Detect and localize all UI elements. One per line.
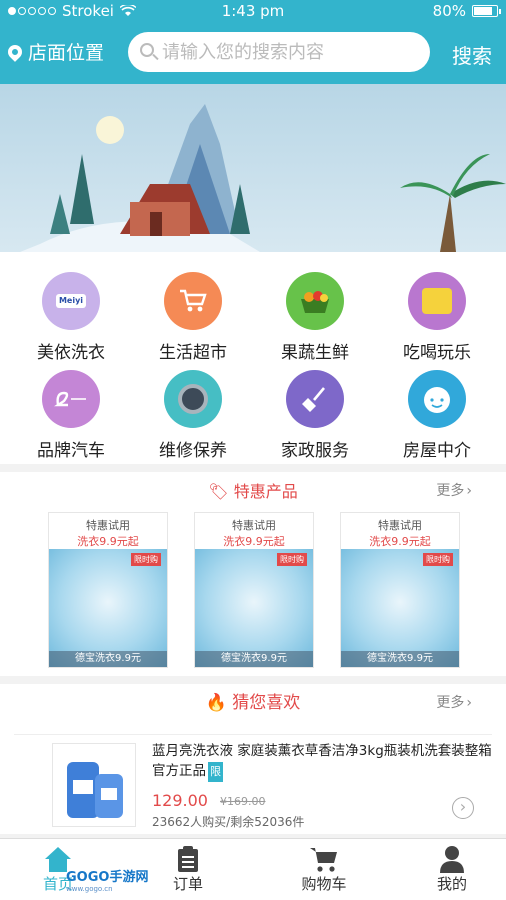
- search-input[interactable]: [162, 41, 412, 63]
- search-icon: [140, 43, 154, 57]
- category-real-estate[interactable]: 房屋中介: [382, 370, 492, 461]
- repair-tools-icon: [164, 370, 222, 428]
- specials-header: 🏷 特惠产品 更多: [0, 472, 506, 506]
- battery: 80%: [432, 2, 501, 20]
- product-line1: 特惠试用: [86, 519, 130, 532]
- product-line2: 洗衣9.9元起: [223, 535, 285, 548]
- product-old-price: ¥169.00: [220, 795, 266, 808]
- tab-label: 购物车: [301, 875, 347, 893]
- category-label: 生活超市: [159, 343, 227, 363]
- product-tag: 限时购: [131, 553, 161, 566]
- location-pin-icon: [5, 41, 25, 62]
- product-line1: 特惠试用: [378, 519, 422, 532]
- product-thumbnail: [52, 743, 136, 827]
- category-produce[interactable]: 果蔬生鲜: [260, 272, 370, 363]
- category-entertainment[interactable]: 吃喝玩乐: [382, 272, 492, 363]
- special-product-card[interactable]: 特惠试用 洗衣9.9元起 限时购 德宝洗衣9.9元: [194, 512, 314, 668]
- product-tag: 限时购: [423, 553, 453, 566]
- tab-label: 订单: [172, 875, 203, 893]
- product-caption: 德宝洗衣9.9元: [341, 651, 459, 667]
- category-laundry[interactable]: Meiyi 美依洗衣: [16, 272, 126, 363]
- product-line2: 洗衣9.9元起: [369, 535, 431, 548]
- product-tag: 限时购: [277, 553, 307, 566]
- product-name: 蓝月亮洗衣液 家庭装薰衣草香洁净3kg瓶装机洗套装整箱官方正品限: [152, 741, 492, 782]
- category-supermarket[interactable]: 生活超市: [138, 272, 248, 363]
- second-hand-car-icon: [42, 370, 100, 428]
- category-label: 维修保养: [159, 441, 227, 461]
- clipboard-icon: [148, 845, 228, 873]
- category-label: 吃喝玩乐: [403, 343, 471, 363]
- product-sales: 23662人购买/剩余52036件: [152, 815, 305, 829]
- category-grid: Meiyi 美依洗衣 生活超市 果蔬生鲜 吃喝玩乐 品牌汽车 维修保养 家政服务…: [0, 252, 506, 464]
- specials-title: 🏷 特惠产品: [208, 482, 298, 501]
- specials-section: 🏷 特惠产品 更多 特惠试用 洗衣9.9元起 限时购 德宝洗衣9.9元 特惠试用…: [0, 472, 506, 676]
- category-label: 家政服务: [281, 441, 349, 461]
- agent-face-icon: [408, 370, 466, 428]
- chevron-right-icon[interactable]: ›: [452, 797, 474, 819]
- product-line2: 洗衣9.9元起: [77, 535, 139, 548]
- search-button[interactable]: 搜索: [452, 40, 492, 69]
- promo-banner[interactable]: [0, 84, 506, 252]
- product-image: 限时购: [195, 549, 313, 667]
- product-caption: 德宝洗衣9.9元: [49, 651, 167, 667]
- recommend-header: 🔥 猜您喜欢 更多: [0, 684, 506, 718]
- product-caption: 德宝洗衣9.9元: [195, 651, 313, 667]
- battery-percent: 80%: [432, 2, 466, 20]
- special-product-card[interactable]: 特惠试用 洗衣9.9元起 限时购 德宝洗衣9.9元: [48, 512, 168, 668]
- location-selector[interactable]: 店面位置: [5, 38, 105, 65]
- clock: 1:43 pm: [221, 2, 285, 20]
- watermark-logo: GOGO手游网 www.gogo.cn: [66, 870, 149, 893]
- flame-icon: 🔥: [205, 693, 233, 713]
- product-price: 129.00: [152, 791, 208, 810]
- recommend-item[interactable]: 蓝月亮洗衣液 家庭装薰衣草香洁净3kg瓶装机洗套装整箱官方正品限 129.00 …: [14, 734, 492, 830]
- category-label: 品牌汽车: [37, 441, 105, 461]
- recommend-more-link[interactable]: 更多: [436, 692, 472, 712]
- specials-more-link[interactable]: 更多: [436, 480, 472, 500]
- category-housekeeping[interactable]: 家政服务: [260, 370, 370, 461]
- category-cars[interactable]: 品牌汽车: [16, 370, 126, 461]
- fruit-basket-icon: [286, 272, 344, 330]
- top-bar: Strokei 1:43 pm 80% 店面位置 搜索: [0, 0, 506, 84]
- tab-profile[interactable]: 我的: [412, 845, 492, 894]
- category-label: 房屋中介: [403, 441, 471, 461]
- recommend-section: 🔥 猜您喜欢 更多 蓝月亮洗衣液 家庭装薰衣草香洁净3kg瓶装机洗套装整箱官方正…: [0, 684, 506, 834]
- category-label: 果蔬生鲜: [281, 343, 349, 363]
- shopping-cart-icon: [164, 272, 222, 330]
- tab-orders[interactable]: 订单: [148, 845, 228, 894]
- product-line1: 特惠试用: [232, 519, 276, 532]
- limited-badge: 限: [208, 762, 223, 782]
- battery-icon: [472, 5, 501, 17]
- winter-scene-illustration: [20, 104, 506, 252]
- category-repair[interactable]: 维修保养: [138, 370, 248, 461]
- special-product-card[interactable]: 特惠试用 洗衣9.9元起 限时购 德宝洗衣9.9元: [340, 512, 460, 668]
- tab-label: 我的: [436, 875, 467, 893]
- tab-cart[interactable]: 购物车: [284, 845, 364, 894]
- broom-icon: [286, 370, 344, 428]
- product-image: 限时购: [341, 549, 459, 667]
- cart-icon: [284, 845, 364, 873]
- meiyi-logo-icon: Meiyi: [42, 272, 100, 330]
- status-bar: Strokei 1:43 pm 80%: [0, 0, 506, 24]
- recommend-title: 🔥 猜您喜欢: [205, 693, 301, 713]
- food-fun-icon: [408, 272, 466, 330]
- category-label: 美依洗衣: [37, 343, 105, 363]
- user-icon: [412, 845, 492, 873]
- search-box[interactable]: [128, 32, 430, 72]
- product-image: 限时购: [49, 549, 167, 667]
- location-label: 店面位置: [28, 42, 105, 64]
- price-tag-icon: 🏷: [208, 482, 234, 501]
